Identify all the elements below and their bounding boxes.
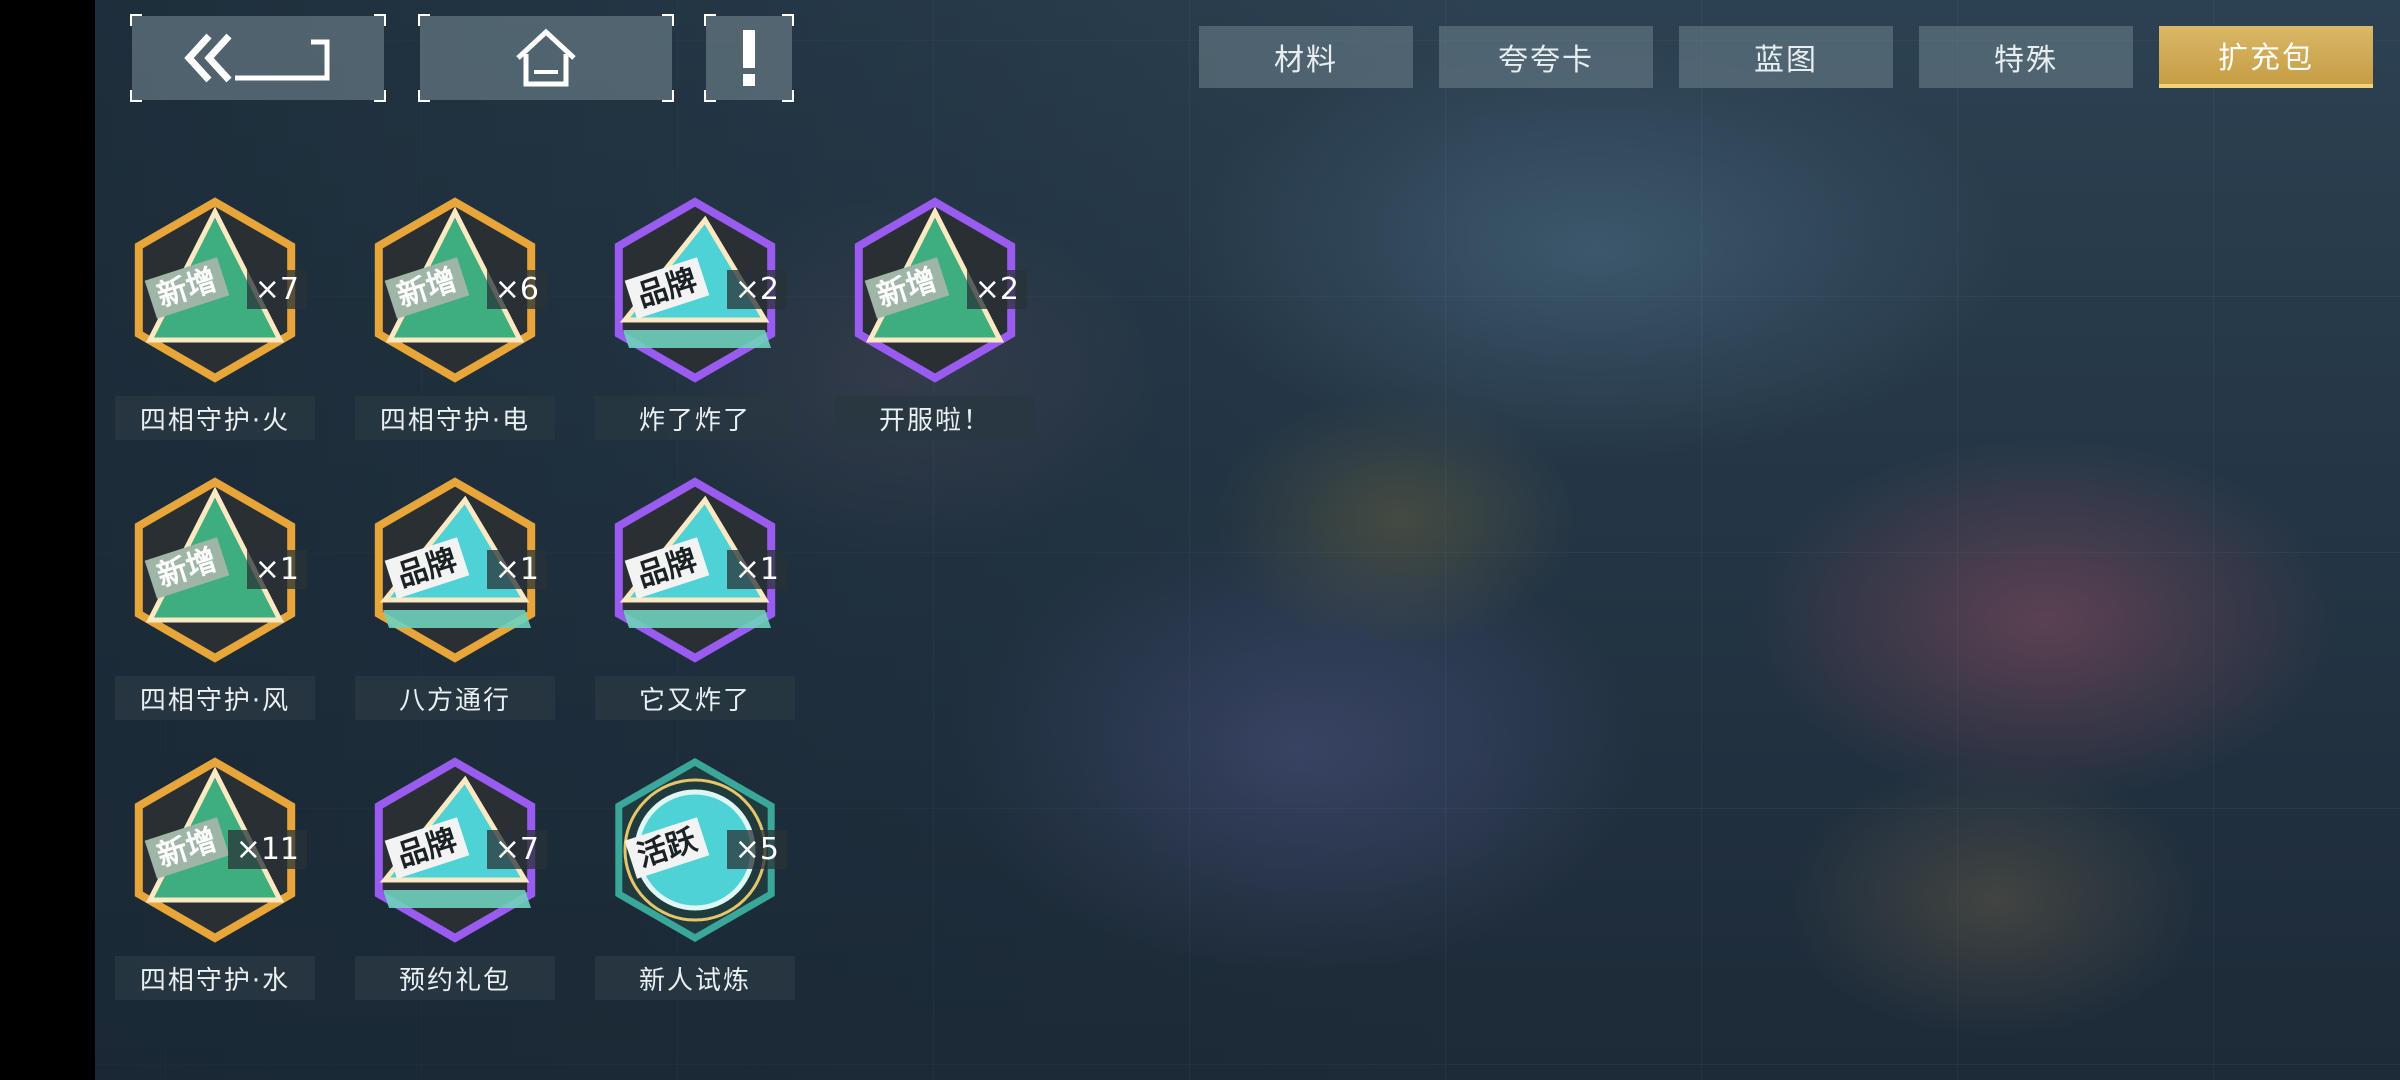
pack-count-badge: ×11: [227, 830, 307, 869]
category-tabs: 材料 夸夸卡 蓝图 特殊 扩充包: [1199, 26, 2373, 88]
home-button[interactable]: [418, 14, 674, 102]
pack-count-badge: ×1: [486, 550, 547, 589]
left-letterbox: [0, 0, 95, 1080]
home-icon: [516, 28, 576, 87]
pack-item[interactable]: 新增 ×1 四相守护·风: [115, 470, 315, 730]
pack-count-badge: ×7: [486, 830, 547, 869]
info-button[interactable]: [704, 14, 794, 102]
pack-count-badge: ×1: [726, 550, 787, 589]
pack-name-label: 四相守护·水: [115, 956, 315, 1000]
pack-count-badge: ×7: [246, 270, 307, 309]
pack-item[interactable]: 新增 ×6 四相守护·电: [355, 190, 555, 450]
pack-name-label: 预约礼包: [355, 956, 555, 1000]
pack-item[interactable]: 活跃 ×5 新人试炼: [595, 750, 795, 1010]
exclamation-icon: [743, 30, 755, 86]
pack-name-label: 四相守护·电: [355, 396, 555, 440]
tab-materials[interactable]: 材料: [1199, 26, 1413, 88]
pack-name-label: 八方通行: [355, 676, 555, 720]
tab-expansion-pack[interactable]: 扩充包: [2159, 26, 2373, 88]
tab-special[interactable]: 特殊: [1919, 26, 2133, 88]
pack-name-label: 它又炸了: [595, 676, 795, 720]
back-button[interactable]: [130, 14, 386, 102]
double-chevron-back-icon: [184, 33, 330, 83]
pack-item[interactable]: 品牌 ×1 八方通行: [355, 470, 555, 730]
pack-name-label: 开服啦！: [835, 396, 1035, 440]
pack-item[interactable]: 品牌 ×7 预约礼包: [355, 750, 555, 1010]
pack-count-badge: ×2: [966, 270, 1027, 309]
pack-item[interactable]: 新增 ×2 开服啦！: [835, 190, 1035, 450]
pack-count-badge: ×1: [246, 550, 307, 589]
pack-count-badge: ×5: [726, 830, 787, 869]
pack-count-badge: ×2: [726, 270, 787, 309]
pack-item[interactable]: 新增 ×11 四相守护·水: [115, 750, 315, 1010]
pack-item[interactable]: 新增 ×7 四相守护·火: [115, 190, 315, 450]
tab-blueprint[interactable]: 蓝图: [1679, 26, 1893, 88]
pack-item[interactable]: 品牌 ×2 炸了炸了: [595, 190, 795, 450]
pack-name-label: 炸了炸了: [595, 396, 795, 440]
tab-praise-card[interactable]: 夸夸卡: [1439, 26, 1653, 88]
pack-name-label: 新人试炼: [595, 956, 795, 1000]
pack-item[interactable]: 品牌 ×1 它又炸了: [595, 470, 795, 730]
pack-name-label: 四相守护·火: [115, 396, 315, 440]
pack-name-label: 四相守护·风: [115, 676, 315, 720]
pack-count-badge: ×6: [486, 270, 547, 309]
